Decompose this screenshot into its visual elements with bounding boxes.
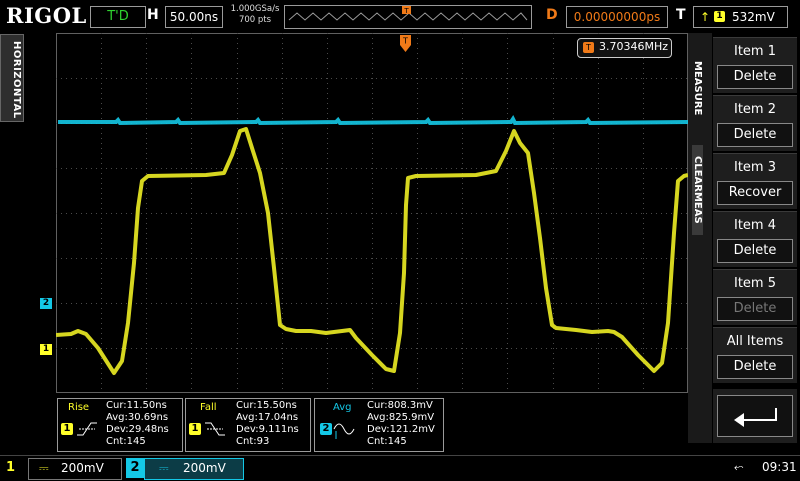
ch1-label[interactable]: 1	[6, 460, 15, 475]
measure-avg-name: Avg	[333, 402, 352, 413]
menu-item-4[interactable]: Item 4 Delete	[713, 211, 797, 267]
measure-fall-dev: Dev:9.111ns	[236, 424, 299, 435]
menu-item-all[interactable]: All Items Delete	[713, 327, 797, 383]
item-1-delete-button[interactable]: Delete	[717, 65, 793, 89]
brand-logo: RIGOL	[6, 3, 87, 28]
measure-avg-dev: Dev:121.2mV	[367, 424, 435, 435]
menu-item-4-label: Item 4	[734, 218, 776, 233]
measure-rise-cur: Cur:11.50ns	[106, 400, 167, 411]
measure-avg-box[interactable]: Avg 2 Cur:808.3mV Avg:825.9mV Dev:121.2m…	[314, 398, 444, 452]
measure-avg-cnt: Cnt:145	[367, 436, 407, 447]
menu-item-5[interactable]: Item 5 Delete	[713, 269, 797, 325]
ch2-scale: 200mV	[183, 461, 226, 475]
memory-position-bar[interactable]: T	[284, 5, 532, 29]
menu-item-3[interactable]: Item 3 Recover	[713, 153, 797, 209]
trigger-level-box[interactable]: ↑︎ 1 532mV	[693, 6, 788, 28]
measure-rise-avg: Avg:30.69ns	[106, 412, 169, 423]
trigger-level-value: 532mV	[732, 10, 775, 24]
waveform-grid	[56, 33, 688, 393]
ch1-offset-marker[interactable]: 1	[40, 344, 52, 355]
menu-item-1-label: Item 1	[734, 44, 776, 59]
ch2-label[interactable]: 2	[126, 458, 144, 478]
menu-item-5-label: Item 5	[734, 276, 776, 291]
measure-rise-name: Rise	[68, 402, 90, 413]
svg-text:T: T	[402, 37, 408, 46]
measure-fall-avg: Avg:17.04ns	[236, 412, 299, 423]
menu-side-strip: MEASURE CLEARMEAS	[688, 33, 712, 443]
usb-icon: ⬿	[734, 460, 744, 474]
measure-avg-avg: Avg:825.9mV	[367, 412, 435, 423]
sample-rate: 1.000GSa/s	[230, 4, 280, 14]
average-wave-icon	[333, 423, 355, 439]
menu-item-all-label: All Items	[726, 334, 784, 349]
measure-fall-channel: 1	[189, 423, 201, 435]
ch2-marker-label: 2	[42, 298, 50, 308]
delay-label: D	[546, 7, 558, 23]
delay-value[interactable]: 0.00000000ps	[566, 6, 668, 28]
waveform-display[interactable]	[56, 33, 688, 393]
frequency-readout: T 3.70346MHz	[577, 38, 672, 58]
rise-edge-icon	[77, 422, 97, 436]
ch1-scale-box[interactable]: ⎓ 200mV	[28, 458, 122, 480]
item-4-delete-button[interactable]: Delete	[717, 239, 793, 263]
return-arrow-icon	[734, 408, 777, 427]
measure-rise-dev: Dev:29.48ns	[106, 424, 169, 435]
frequency-value: 3.70346MHz	[599, 40, 669, 53]
return-button[interactable]	[713, 389, 797, 443]
menu-title: MEASURE	[692, 60, 703, 116]
horizontal-tab-label: HORIZONTAL	[11, 41, 22, 119]
trigger-label: T	[676, 7, 686, 23]
clear-meas-label[interactable]: CLEARMEAS	[692, 145, 703, 235]
trigger-status[interactable]: T'D	[90, 6, 146, 28]
memory-depth: 700 pts	[238, 15, 272, 25]
fall-edge-icon	[205, 422, 225, 436]
ch1-trigger-badge: 1	[714, 11, 725, 22]
sample-info: 1.000GSa/s 700 pts	[229, 4, 281, 26]
trigger-badge-icon: T	[583, 42, 594, 53]
measure-rise-box[interactable]: Rise 1 Cur:11.50ns Avg:30.69ns Dev:29.48…	[57, 398, 183, 452]
menu-item-3-label: Item 3	[734, 160, 776, 175]
measure-fall-box[interactable]: Fall 1 Cur:15.50ns Avg:17.04ns Dev:9.111…	[185, 398, 311, 452]
item-5-delete-button[interactable]: Delete	[717, 297, 793, 321]
horizontal-label: H	[147, 7, 159, 23]
menu-item-2[interactable]: Item 2 Delete	[713, 95, 797, 151]
dc-coupling-icon: ⎓	[39, 461, 49, 475]
measure-fall-name: Fall	[200, 402, 217, 413]
ch1-marker-label: 1	[42, 344, 50, 354]
ch1-scale: 200mV	[61, 461, 104, 475]
svg-text:T: T	[403, 7, 409, 15]
clock-time: 09:31	[762, 460, 797, 474]
measure-rise-cnt: Cnt:145	[106, 436, 146, 447]
menu-item-2-label: Item 2	[734, 102, 776, 117]
measure-avg-cur: Cur:808.3mV	[367, 400, 433, 411]
measure-avg-channel: 2	[320, 423, 332, 435]
menu-item-1[interactable]: Item 1 Delete	[713, 37, 797, 93]
timebase-value[interactable]: 50.00ns	[165, 6, 223, 28]
item-2-delete-button[interactable]: Delete	[717, 123, 793, 147]
measure-fall-cur: Cur:15.50ns	[236, 400, 297, 411]
ch2-scale-box[interactable]: ⎓ 200mV	[144, 458, 244, 480]
item-3-recover-button[interactable]: Recover	[717, 181, 793, 205]
trigger-position-icon[interactable]: T	[400, 35, 411, 53]
all-items-delete-button[interactable]: Delete	[717, 355, 793, 379]
measure-fall-cnt: Cnt:93	[236, 436, 270, 447]
rising-edge-icon: ↑︎	[700, 10, 711, 24]
measure-rise-channel: 1	[61, 423, 73, 435]
dc-coupling-icon: ⎓	[159, 461, 169, 475]
ch2-offset-marker[interactable]: 2	[40, 298, 52, 309]
